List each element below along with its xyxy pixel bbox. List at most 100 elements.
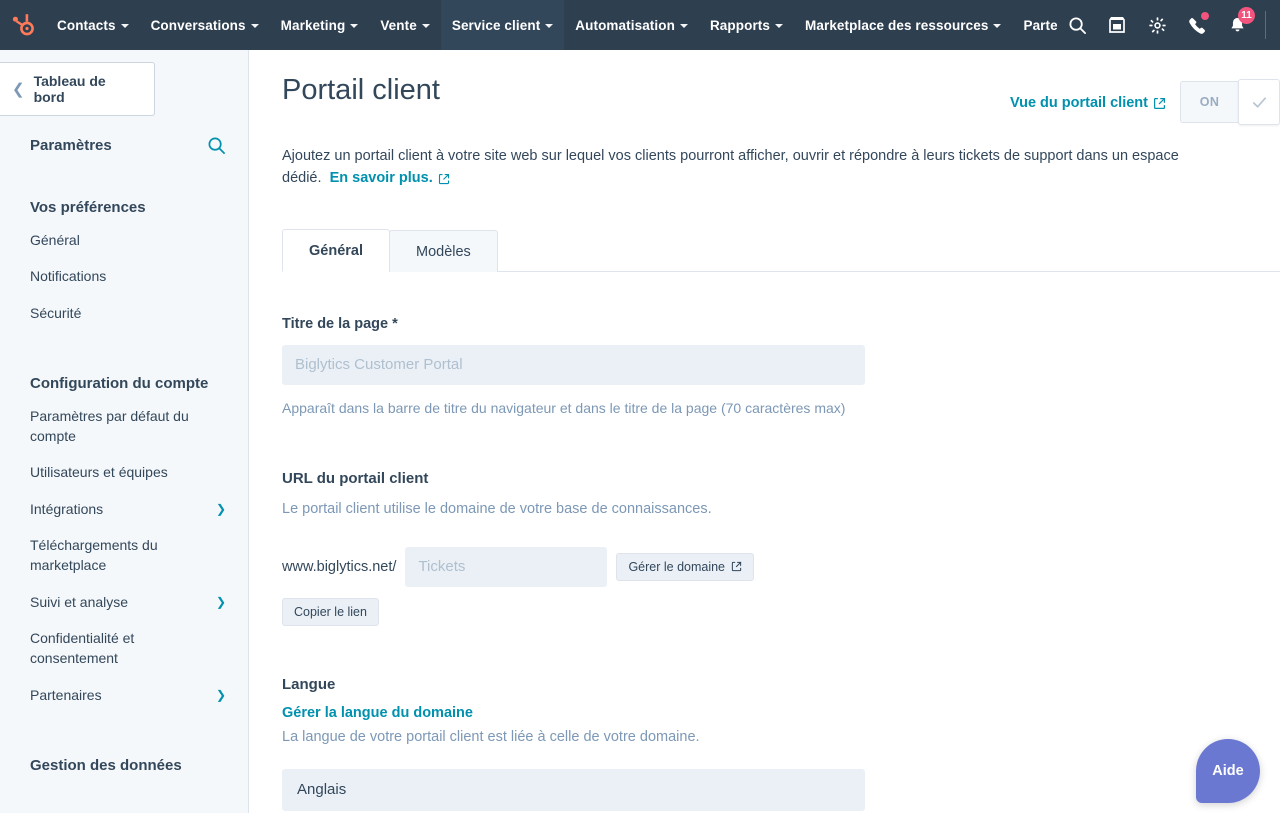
sidebar-item-label: Général <box>30 230 80 250</box>
checkmark-icon <box>1250 93 1269 112</box>
portal-url-subtitle: Le portail client utilise le domaine de … <box>282 499 902 521</box>
language-subtitle: La langue de votre portail client est li… <box>282 727 902 749</box>
sidebar-item-securite[interactable]: Sécurité <box>0 295 248 331</box>
language-section: Langue Gérer la langue du domaine La lan… <box>282 676 902 811</box>
language-selected-value: Anglais <box>297 781 346 798</box>
manage-domain-label: Gérer le domaine <box>628 560 725 574</box>
toggle-state-label: ON <box>1180 81 1238 123</box>
sidebar-item-label: Confidentialité et consentement <box>30 628 226 669</box>
nav-item-label: Rapports <box>710 18 770 33</box>
nav-item-label: Marketplace des ressources <box>805 18 988 33</box>
sidebar-item-label: Partenaires <box>30 685 102 705</box>
top-navigation-bar: Contacts Conversations Marketing Vente S… <box>0 0 1280 50</box>
app-shell: ❮ Tableau de bord Paramètres Vos préfére… <box>0 50 1280 813</box>
nav-item-contacts[interactable]: Contacts <box>46 0 140 50</box>
tab-general[interactable]: Général <box>282 229 390 272</box>
nav-item-label: Conversations <box>151 18 246 33</box>
manage-domain-button[interactable]: Gérer le domaine <box>616 553 754 581</box>
external-link-icon <box>438 173 450 185</box>
search-button[interactable] <box>1057 0 1097 50</box>
sidebar-item-partenaires[interactable]: Partenaires ❯ <box>0 677 248 713</box>
learn-more-label: En savoir plus. <box>330 167 433 189</box>
chevron-down-icon: ❯ <box>216 596 226 608</box>
sidebar-item-label: Sécurité <box>30 303 81 323</box>
sidebar-item-general[interactable]: Général <box>0 222 248 258</box>
sidebar-item-integrations[interactable]: Intégrations ❯ <box>0 491 248 527</box>
settings-header: Paramètres <box>0 116 248 155</box>
page-title-input[interactable] <box>282 345 865 385</box>
copy-link-button[interactable]: Copier le lien <box>282 598 379 626</box>
chevron-down-icon <box>775 24 783 28</box>
sidebar-item-confidentialite-consentement[interactable]: Confidentialité et consentement <box>0 620 248 677</box>
chevron-down-icon <box>251 24 259 28</box>
nav-utility-icons: 11 <box>1057 0 1280 50</box>
main-content: Portail client Vue du portail client ON <box>249 50 1280 813</box>
back-to-dashboard-button[interactable]: ❮ Tableau de bord <box>0 62 155 116</box>
hubspot-sprocket-icon <box>10 12 36 38</box>
help-bubble-button[interactable]: Aide <box>1196 739 1260 803</box>
sidebar-item-parametres-par-defaut[interactable]: Paramètres par défaut du compte <box>0 398 248 455</box>
primary-nav-items: Contacts Conversations Marketing Vente S… <box>46 0 1057 50</box>
page-title-field-group: Titre de la page * Apparaît dans la barr… <box>282 316 902 420</box>
page-header: Portail client Vue du portail client ON <box>282 50 1280 125</box>
hubspot-logo[interactable] <box>0 0 46 50</box>
learn-more-link[interactable]: En savoir plus. <box>330 167 450 189</box>
portal-url-slug-input[interactable] <box>405 547 607 587</box>
notifications-button[interactable]: 11 <box>1217 0 1257 50</box>
page-title: Portail client <box>282 72 1010 108</box>
sidebar-item-utilisateurs-equipes[interactable]: Utilisateurs et équipes <box>0 454 248 490</box>
settings-tabs: Général Modèles <box>282 228 1280 272</box>
external-link-icon <box>731 561 742 572</box>
sidebar-item-label: Paramètres par défaut du compte <box>30 406 226 447</box>
sidebar-group-title-account-setup: Configuration du compte <box>0 373 248 394</box>
page-description: Ajoutez un portail client à votre site w… <box>282 145 1187 190</box>
sidebar-search-button[interactable] <box>207 136 226 155</box>
portal-url-row: www.biglytics.net/ Gérer le domaine <box>282 547 902 587</box>
settings-sidebar: ❮ Tableau de bord Paramètres Vos préfére… <box>0 50 249 813</box>
chevron-down-icon: ❯ <box>216 689 226 701</box>
external-link-icon <box>1153 97 1166 110</box>
chevron-left-icon: ❮ <box>12 82 25 97</box>
sidebar-item-label: Téléchargements du marketplace <box>30 535 226 576</box>
nav-item-marketing[interactable]: Marketing <box>270 0 370 50</box>
nav-item-marketplace-ressources[interactable]: Marketplace des ressources <box>794 0 1012 50</box>
help-bubble-label: Aide <box>1212 763 1243 779</box>
nav-item-vente[interactable]: Vente <box>369 0 441 50</box>
search-icon <box>207 136 226 155</box>
nav-divider <box>1265 11 1266 39</box>
toggle-knob[interactable] <box>1238 79 1280 125</box>
chevron-down-icon <box>422 24 430 28</box>
tab-label: Général <box>309 243 363 259</box>
nav-item-rapports[interactable]: Rapports <box>699 0 794 50</box>
sidebar-item-suivi-analyse[interactable]: Suivi et analyse ❯ <box>0 584 248 620</box>
nav-item-label: Vente <box>380 18 417 33</box>
language-select[interactable]: Anglais <box>282 769 865 811</box>
settings-title: Paramètres <box>30 137 112 154</box>
nav-item-conversations[interactable]: Conversations <box>140 0 270 50</box>
portal-enable-toggle[interactable]: ON <box>1180 81 1280 125</box>
calling-button[interactable] <box>1177 0 1217 50</box>
chevron-down-icon: ❯ <box>216 503 226 515</box>
tab-modeles[interactable]: Modèles <box>389 230 498 272</box>
manage-domain-language-link[interactable]: Gérer la langue du domaine <box>282 705 902 721</box>
portal-url-title: URL du portail client <box>282 470 902 487</box>
sidebar-item-label: Utilisateurs et équipes <box>30 462 168 482</box>
sidebar-item-notifications[interactable]: Notifications <box>0 258 248 294</box>
sidebar-item-telechargements-marketplace[interactable]: Téléchargements du marketplace <box>0 527 248 584</box>
nav-item-service-client[interactable]: Service client <box>441 0 564 50</box>
back-button-label: Tableau de bord <box>34 73 140 105</box>
marketplace-button[interactable] <box>1097 0 1137 50</box>
nav-item-label: Partenaires <box>1023 18 1057 33</box>
gear-icon <box>1148 16 1167 35</box>
portal-url-section: URL du portail client Le portail client … <box>282 470 902 626</box>
sidebar-item-label: Intégrations <box>30 499 103 519</box>
settings-gear-button[interactable] <box>1137 0 1177 50</box>
nav-item-partenaires[interactable]: Partenaires <box>1012 0 1057 50</box>
chevron-down-icon <box>545 24 553 28</box>
nav-item-automatisation[interactable]: Automatisation <box>564 0 699 50</box>
sidebar-item-label: Suivi et analyse <box>30 592 128 612</box>
view-customer-portal-link[interactable]: Vue du portail client <box>1010 95 1166 111</box>
chevron-down-icon <box>121 24 129 28</box>
nav-item-label: Marketing <box>281 18 346 33</box>
sidebar-item-label: Notifications <box>30 266 106 286</box>
